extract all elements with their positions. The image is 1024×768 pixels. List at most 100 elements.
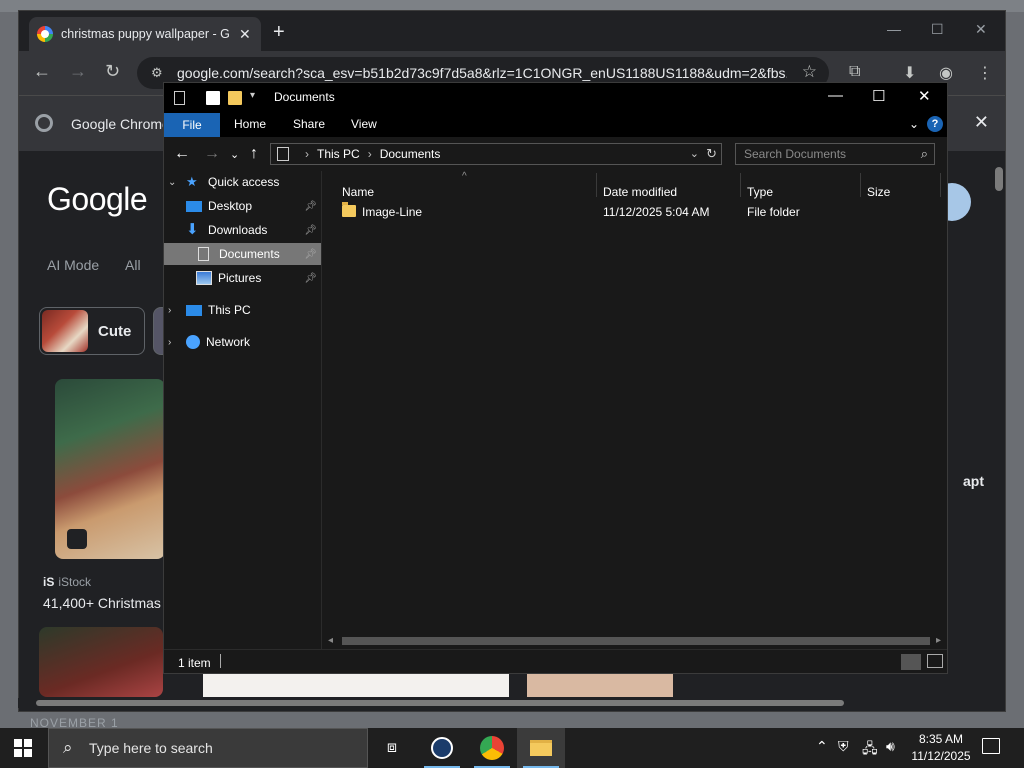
network-tray-icon[interactable]: 🖧︎ [862, 738, 878, 762]
details-view-icon[interactable] [901, 654, 921, 670]
windows-start-icon[interactable] [14, 739, 32, 757]
tab-file[interactable]: File [164, 113, 220, 137]
file-list-horizontal-scrollbar[interactable]: ◂ ▸ [322, 633, 947, 649]
tab-close-icon[interactable]: ✕ [239, 26, 251, 43]
site-info-icon[interactable]: ⚙ [151, 65, 163, 81]
nav-documents[interactable]: Documents 📌︎ [164, 243, 321, 265]
image-result[interactable] [527, 671, 673, 697]
steam-app-icon[interactable] [418, 728, 466, 768]
column-divider[interactable] [596, 173, 597, 197]
chrome-tabstrip: christmas puppy wallpaper - Go ✕ + — ☐ ✕ [19, 11, 1005, 51]
breadcrumb-this-pc[interactable]: This PC [317, 147, 360, 161]
back-icon[interactable]: ← [174, 145, 190, 163]
collapse-chevron-icon[interactable]: ⌄ [168, 177, 180, 188]
nav-quick-access[interactable]: ⌄ ★ Quick access [168, 171, 321, 193]
nav-this-pc[interactable]: › This PC [168, 299, 321, 321]
result-title[interactable]: 41,400+ Christmas [43, 595, 167, 611]
new-document-icon[interactable] [206, 91, 220, 105]
nav-downloads[interactable]: ⬇ Downloads 📌︎ [186, 219, 321, 241]
expand-ribbon-icon[interactable]: ⌄ [909, 117, 919, 131]
new-folder-icon[interactable] [228, 91, 242, 105]
tab-all[interactable]: All [125, 257, 141, 273]
volume-icon[interactable]: 🔊︎ [886, 738, 895, 755]
large-icons-view-icon[interactable] [927, 654, 943, 668]
page-scrollbar-thumb[interactable] [995, 167, 1003, 191]
status-bar: 1 item [164, 649, 947, 673]
column-header-type[interactable]: Type [747, 185, 773, 199]
column-divider[interactable] [860, 173, 861, 197]
window-title: Documents [274, 90, 335, 104]
address-dropdown-icon[interactable]: ⌄ [690, 147, 699, 160]
file-explorer-app-icon[interactable] [517, 728, 565, 768]
tab-share[interactable]: Share [293, 117, 325, 131]
scroll-right-icon[interactable]: ▸ [936, 635, 941, 646]
recent-locations-icon[interactable]: ⌄ [230, 148, 239, 161]
google-favicon-icon [37, 26, 53, 42]
scroll-left-icon[interactable]: ◂ [328, 635, 333, 646]
horizontal-scrollbar[interactable] [18, 698, 978, 708]
close-icon[interactable]: ✕ [975, 21, 987, 38]
nav-pictures[interactable]: Pictures 📌︎ [196, 267, 321, 289]
reload-icon[interactable]: ↻ [105, 61, 120, 82]
column-divider[interactable] [940, 173, 941, 197]
expand-chevron-icon[interactable]: › [168, 305, 180, 316]
pin-icon[interactable]: 📌︎ [304, 201, 317, 212]
menu-icon[interactable]: ⋮ [977, 63, 993, 83]
column-header-date-modified[interactable]: Date modified [603, 185, 677, 199]
new-tab-button[interactable]: + [273, 21, 285, 44]
tab-view[interactable]: View [351, 117, 377, 131]
forward-icon[interactable]: → [69, 61, 87, 82]
lens-icon[interactable]: ⧉ [849, 63, 860, 81]
show-hidden-icons-icon[interactable]: ⌃ [816, 738, 828, 755]
minimize-icon[interactable]: — [828, 87, 843, 104]
column-header-name[interactable]: Name [342, 185, 374, 199]
pin-icon[interactable]: 📌︎ [304, 249, 317, 260]
scrollbar-thumb[interactable] [342, 637, 930, 645]
taskbar-search-input[interactable]: ⌕ Type here to search [48, 728, 368, 768]
properties-icon[interactable] [174, 91, 185, 105]
status-separator [220, 654, 221, 668]
clock[interactable]: 8:35 AM 11/12/2025 [906, 731, 976, 765]
refresh-icon[interactable]: ↻ [706, 146, 717, 162]
up-icon[interactable]: ↑ [250, 145, 258, 163]
nav-desktop[interactable]: Desktop 📌︎ [186, 195, 321, 217]
download-icon[interactable]: ⬇ [903, 63, 916, 83]
column-header-size[interactable]: Size [867, 185, 890, 199]
nav-network[interactable]: › Network [168, 331, 321, 353]
pin-icon[interactable]: 📌︎ [304, 225, 317, 236]
minimize-icon[interactable]: — [887, 21, 901, 37]
page-scrollbar[interactable] [991, 151, 1005, 711]
forward-icon[interactable]: → [204, 145, 220, 163]
horizontal-scrollbar-thumb[interactable] [36, 700, 844, 706]
breadcrumb-documents[interactable]: Documents [380, 147, 441, 161]
expand-chevron-icon[interactable]: › [168, 337, 180, 348]
close-icon[interactable]: ✕ [918, 87, 931, 105]
image-result[interactable] [39, 627, 163, 697]
list-item[interactable]: Image-Line 11/12/2025 5:04 AM File folde… [334, 201, 944, 223]
column-divider[interactable] [740, 173, 741, 197]
tab-ai-mode[interactable]: AI Mode [47, 257, 99, 273]
filter-chip-cute[interactable]: Cute [39, 307, 145, 355]
notifications-icon[interactable] [982, 738, 1000, 754]
security-tray-icon[interactable]: ⛨ [838, 738, 849, 755]
task-view-icon[interactable]: ⧈ [368, 728, 416, 768]
google-logo[interactable]: Google [47, 181, 148, 218]
profile-icon[interactable]: ◉ [939, 63, 953, 83]
help-icon[interactable]: ? [927, 116, 943, 132]
chrome-app-icon[interactable] [468, 728, 516, 768]
maximize-icon[interactable]: ☐ [931, 21, 944, 38]
image-result[interactable] [55, 379, 165, 559]
maximize-icon[interactable]: ☐ [872, 87, 885, 105]
image-result[interactable] [203, 671, 509, 697]
chrome-tab[interactable]: christmas puppy wallpaper - Go ✕ [29, 17, 261, 51]
breadcrumb-separator[interactable]: › [368, 147, 372, 161]
tab-home[interactable]: Home [234, 117, 266, 131]
filter-chip-partial-right[interactable]: apt [963, 473, 984, 489]
search-input[interactable]: Search Documents ⌕ [735, 143, 935, 165]
customize-chevron-icon[interactable]: ▾ [250, 90, 264, 104]
infobar-close-icon[interactable]: ✕ [974, 112, 989, 133]
bookmark-star-icon[interactable]: ☆ [802, 62, 817, 82]
address-bar[interactable]: › This PC › Documents ⌄ ↻ [270, 143, 722, 165]
back-icon[interactable]: ← [33, 61, 51, 82]
pin-icon[interactable]: 📌︎ [304, 273, 317, 284]
